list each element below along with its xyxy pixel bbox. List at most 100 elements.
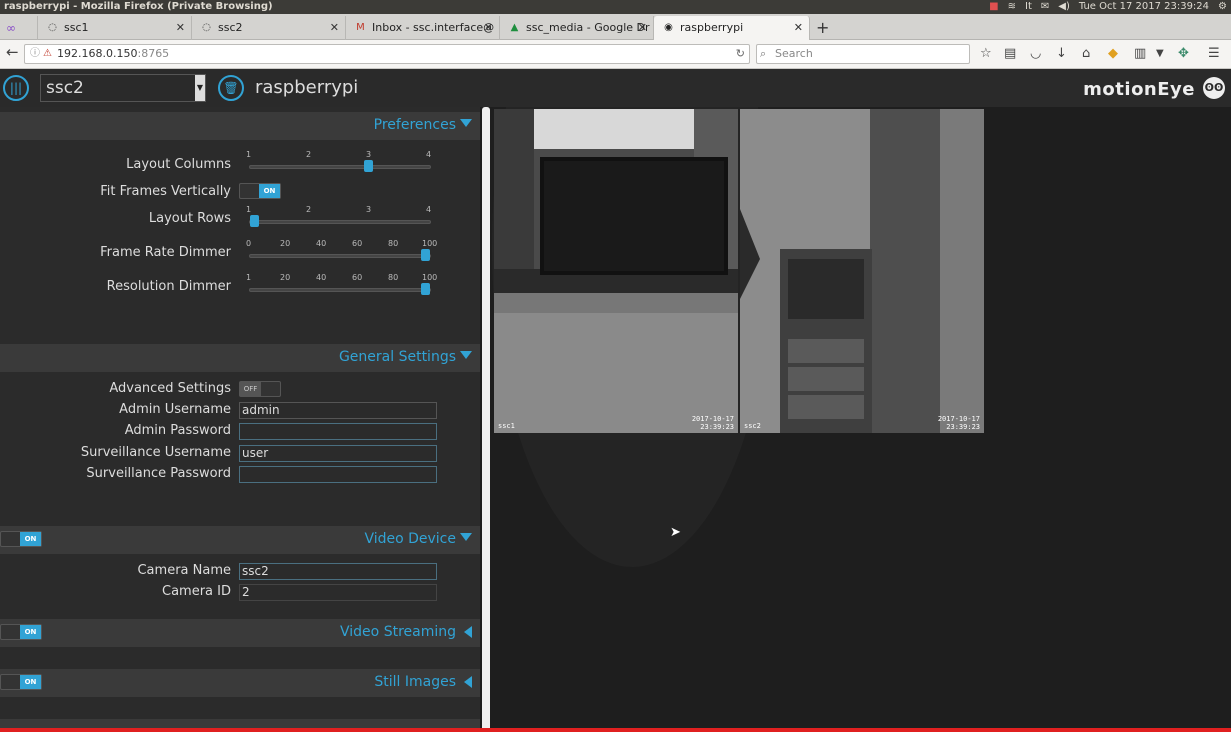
reload-icon[interactable]: ↻ — [736, 45, 745, 63]
progress-line — [0, 728, 1231, 732]
camera-indicator-icon[interactable]: ■ — [989, 0, 998, 14]
tab-google-drive[interactable]: ▲ ssc_media - Google Dr ✕ — [500, 16, 654, 40]
sidebar-scrollbar[interactable] — [482, 107, 490, 732]
section-title: Video Device — [364, 531, 456, 547]
tab-label: raspberrypi — [680, 21, 744, 34]
settings-sidebar: Preferences Layout Columns 1 2 3 4 Fit F… — [0, 107, 480, 732]
layout-columns-label: Layout Columns — [126, 157, 231, 172]
resolution-dimmer-label: Resolution Dimmer — [106, 279, 231, 294]
toggle-state: ON — [20, 625, 41, 639]
advanced-settings-label: Advanced Settings — [109, 381, 231, 396]
pocket-icon[interactable]: ◡ — [1030, 46, 1041, 62]
tab-label: ssc_media - Google Dr — [526, 21, 650, 34]
resolution-dimmer-slider[interactable] — [249, 283, 431, 295]
insecure-lock-icon[interactable]: ⚠ — [43, 45, 52, 63]
collapsed-arrow-icon — [464, 626, 472, 638]
back-arrow-icon[interactable]: ← — [6, 44, 19, 60]
toggle-state: ON — [20, 675, 41, 689]
globe-icon: ◌ — [48, 22, 57, 33]
camera-name-label: Camera Name — [137, 563, 231, 578]
bookmark-star-icon[interactable]: ☆ — [980, 46, 992, 62]
frame-rate-ticks: 0 20 40 60 80 100 — [246, 239, 438, 248]
video-streaming-toggle[interactable]: ON — [0, 624, 42, 640]
surveillance-username-field[interactable]: user — [239, 445, 437, 462]
video-device-section-header[interactable]: ON Video Device — [0, 526, 480, 554]
system-tray: ■ ≋ It ✉ ◀) Tue Oct 17 2017 23:39:24 ⚙ — [989, 0, 1227, 14]
settings-gear-icon[interactable]: ⚙ — [1218, 0, 1227, 14]
expanded-arrow-icon — [460, 533, 472, 541]
video-streaming-section-header[interactable]: ON Video Streaming — [0, 619, 480, 647]
clock[interactable]: Tue Oct 17 2017 23:39:24 — [1079, 0, 1209, 14]
surveillance-password-field[interactable] — [239, 466, 437, 483]
frame-camera-label: ssc2 — [744, 422, 761, 430]
camera-select[interactable]: ssc2 ▼ — [40, 74, 206, 102]
close-icon[interactable]: ✕ — [330, 16, 339, 40]
frame-camera-label: ssc1 — [498, 422, 515, 430]
tab-raspberrypi[interactable]: ◉ raspberrypi ✕ — [654, 16, 810, 40]
url-host: 192.168.0.150 — [57, 47, 138, 60]
puzzle-icon[interactable]: ✥ — [1178, 46, 1189, 62]
window-title: raspberrypi - Mozilla Firefox (Private B… — [4, 1, 273, 12]
search-input[interactable]: ⌕ Search — [756, 44, 970, 64]
admin-password-label: Admin Password — [124, 423, 231, 438]
new-tab-button[interactable]: + — [816, 18, 829, 37]
bin-icon[interactable]: ▥ — [1134, 46, 1146, 62]
motioneye-header: ||| ssc2 ▼ 🗑 raspberrypi motionEye ʘʘ — [0, 69, 1231, 107]
remove-camera-trash-icon[interactable]: 🗑 — [218, 75, 244, 101]
camera-name-field[interactable]: ssc2 — [239, 563, 437, 580]
close-icon[interactable]: ✕ — [176, 16, 185, 40]
advanced-settings-toggle[interactable]: OFF — [239, 381, 281, 397]
section-title: General Settings — [338, 349, 456, 365]
layout-columns-ticks: 1 2 3 4 — [246, 150, 432, 159]
private-browsing-icon: ∞ — [0, 16, 38, 40]
close-icon[interactable]: ✕ — [484, 16, 493, 40]
camera-select-value: ssc2 — [46, 78, 84, 98]
url-port: :8765 — [137, 47, 170, 60]
still-images-toggle[interactable]: ON — [0, 674, 42, 690]
tab-inbox[interactable]: M Inbox - ssc.interface@ ✕ — [346, 16, 500, 40]
video-device-toggle[interactable]: ON — [0, 531, 42, 547]
expanded-arrow-icon — [460, 119, 472, 127]
tab-ssc2[interactable]: ◌ ssc2 ✕ — [192, 16, 346, 40]
reading-list-icon[interactable]: ▤ — [1004, 46, 1016, 62]
slider-handle[interactable] — [421, 249, 430, 261]
volume-icon[interactable]: ◀) — [1058, 0, 1070, 14]
tab-ssc1[interactable]: ◌ ssc1 ✕ — [38, 16, 192, 40]
info-icon[interactable]: ⓘ — [30, 45, 40, 63]
hamburger-menu-icon[interactable]: ☰ — [1208, 46, 1220, 62]
layout-columns-slider[interactable] — [249, 160, 431, 172]
toggle-state: ON — [20, 532, 41, 546]
fit-frames-toggle[interactable]: ON — [239, 183, 281, 199]
slider-handle[interactable] — [250, 215, 259, 227]
tab-label: ssc2 — [218, 21, 243, 34]
layout-rows-slider[interactable] — [249, 215, 431, 227]
camera-frames-area: ssc1 2017-10-17 23:39:23 ssc2 2017-10-17… — [492, 107, 1231, 732]
close-icon[interactable]: ✕ — [638, 16, 647, 40]
general-settings-section-header[interactable]: General Settings — [0, 344, 480, 372]
gmail-icon: M — [356, 22, 365, 33]
mail-icon[interactable]: ✉ — [1041, 0, 1049, 14]
camera-frame-ssc1[interactable]: ssc1 2017-10-17 23:39:23 — [494, 109, 738, 433]
wifi-icon[interactable]: ≋ — [1008, 0, 1016, 14]
frame-rate-dimmer-slider[interactable] — [249, 249, 431, 261]
close-icon[interactable]: ✕ — [794, 16, 803, 40]
collapsed-arrow-icon — [464, 676, 472, 688]
camera-frame-ssc2[interactable]: ssc2 2017-10-17 23:39:23 — [740, 109, 984, 433]
preferences-section-header[interactable]: Preferences — [0, 112, 480, 140]
slider-handle[interactable] — [421, 283, 430, 295]
camera-id-label: Camera ID — [162, 584, 231, 599]
url-bar[interactable]: ⓘ ⚠ 192.168.0.150:8765 ↻ — [24, 44, 750, 64]
slider-handle[interactable] — [364, 160, 373, 172]
download-icon[interactable]: ↓ — [1056, 46, 1067, 62]
extension-icon[interactable]: ◆ — [1108, 46, 1118, 62]
settings-menu-button[interactable]: ||| — [3, 75, 29, 101]
still-images-section-header[interactable]: ON Still Images — [0, 669, 480, 697]
home-icon[interactable]: ⌂ — [1082, 46, 1090, 62]
chevron-down-icon[interactable]: ▼ — [1156, 46, 1164, 62]
surveillance-username-label: Surveillance Username — [80, 445, 231, 460]
search-icon: ⌕ — [760, 47, 767, 60]
keyboard-layout-icon[interactable]: It — [1025, 0, 1032, 14]
toggle-state: ON — [259, 184, 280, 198]
admin-password-field[interactable] — [239, 423, 437, 440]
admin-username-field[interactable]: admin — [239, 402, 437, 419]
